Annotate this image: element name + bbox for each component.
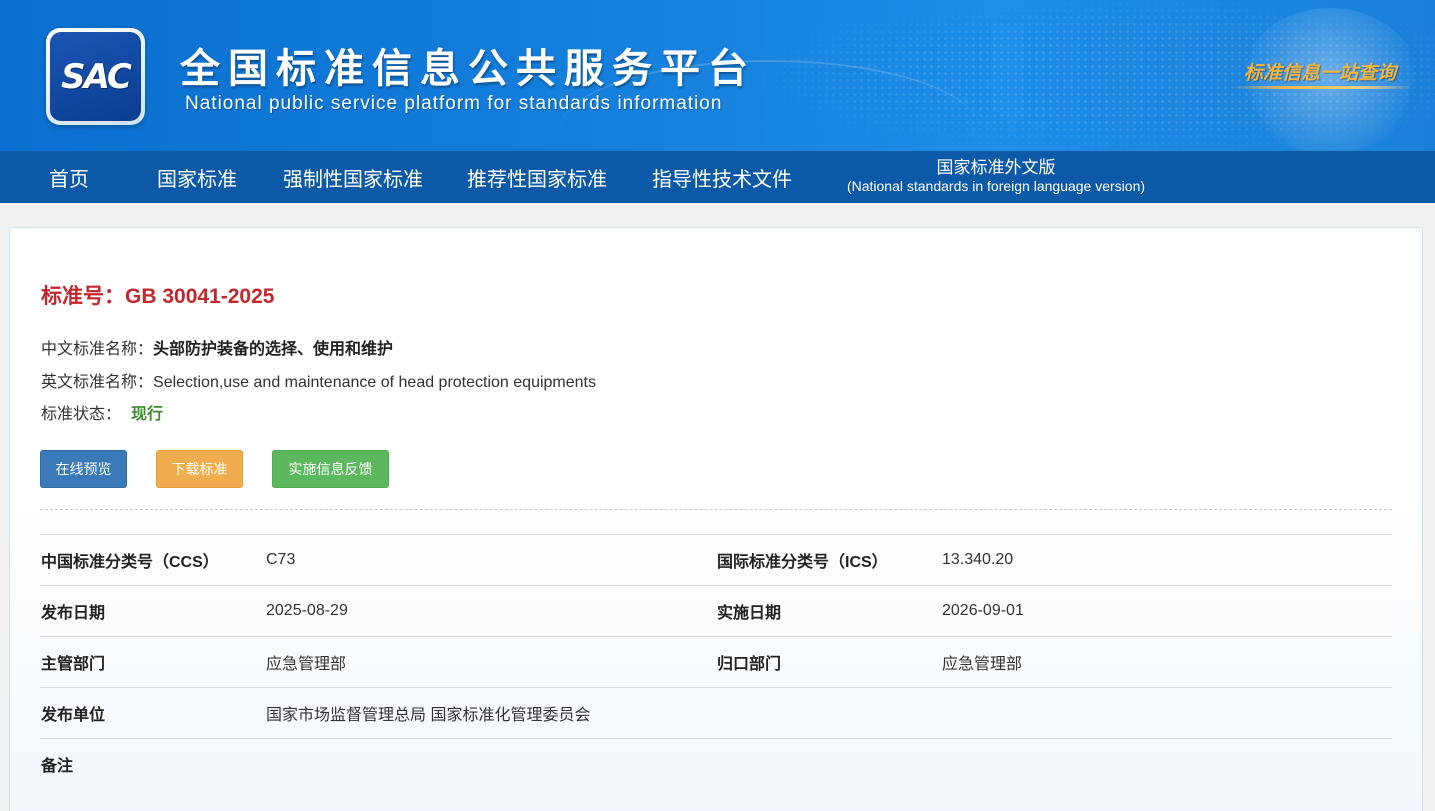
nav-foreign-sublabel: (National standards in foreign language … — [846, 178, 1146, 194]
sac-logo-text: SAC — [61, 56, 132, 97]
sac-logo-inner: SAC — [50, 32, 141, 121]
ics-label: 国际标准分类号（ICS） — [717, 554, 888, 571]
nav-foreign-label: 国家标准外文版 — [936, 158, 1056, 177]
en-name-line: 英文标准名称：Selection,use and maintenance of … — [41, 368, 596, 392]
publish-date-value: 2025-08-29 — [266, 602, 348, 619]
issuer-label: 发布单位 — [41, 707, 106, 724]
status-label: 标准状态： — [41, 406, 122, 423]
site-subtitle: National public service platform for sta… — [185, 93, 723, 114]
standard-number: GB 30041-2025 — [125, 285, 275, 308]
cn-name-line: 中文标准名称：头部防护装备的选择、使用和维护 — [41, 335, 393, 359]
sac-logo[interactable]: SAC — [46, 28, 145, 125]
online-preview-button[interactable]: 在线预览 — [40, 450, 127, 488]
site-title: 全国标准信息公共服务平台 — [180, 47, 756, 91]
table-row: 发布日期 2025-08-29 实施日期 2026-09-01 — [40, 585, 1392, 636]
remark-label: 备注 — [41, 758, 74, 775]
nav-home[interactable]: 首页 — [35, 151, 103, 203]
status-line: 标准状态： 现行 — [41, 400, 163, 424]
slogan-underline — [1232, 86, 1412, 89]
en-name-label: 英文标准名称： — [41, 374, 154, 391]
slogan: 标准信息一站查询 — [1244, 62, 1397, 84]
centralized-dept-label: 归口部门 — [717, 656, 782, 673]
table-row: 中国标准分类号（CCS） C73 国际标准分类号（ICS） 13.340.20 — [40, 534, 1392, 585]
authority-value: 应急管理部 — [266, 656, 347, 673]
header-banner: SAC 全国标准信息公共服务平台 National public service… — [0, 0, 1435, 151]
table-row: 发布单位 国家市场监督管理总局 国家标准化管理委员会 — [40, 687, 1392, 738]
standard-meta-table: 中国标准分类号（CCS） C73 国际标准分类号（ICS） 13.340.20 … — [40, 534, 1392, 790]
cn-name-value: 头部防护装备的选择、使用和维护 — [153, 341, 394, 358]
standard-number-label: 标准号： — [41, 285, 125, 308]
ics-value: 13.340.20 — [942, 551, 1014, 568]
nav-mandatory-standards[interactable]: 强制性国家标准 — [278, 151, 428, 203]
section-divider — [40, 509, 1392, 510]
nav-national-standards[interactable]: 国家标准 — [150, 151, 244, 203]
effective-date-label: 实施日期 — [717, 605, 782, 622]
authority-label: 主管部门 — [41, 656, 106, 673]
issuer-value: 国家市场监督管理总局 国家标准化管理委员会 — [266, 707, 591, 724]
nav-foreign-language[interactable]: 国家标准外文版 (National standards in foreign l… — [830, 151, 1162, 203]
ccs-value: C73 — [266, 551, 296, 568]
nav-recommended-standards[interactable]: 推荐性国家标准 — [462, 151, 612, 203]
centralized-dept-value: 应急管理部 — [942, 656, 1023, 673]
ccs-label: 中国标准分类号（CCS） — [41, 554, 219, 571]
standard-number-heading: 标准号：GB 30041-2025 — [41, 280, 274, 310]
table-row: 主管部门 应急管理部 归口部门 应急管理部 — [40, 636, 1392, 687]
standard-detail-panel: 标准号：GB 30041-2025 中文标准名称：头部防护装备的选择、使用和维护… — [9, 227, 1423, 811]
implementation-feedback-button[interactable]: 实施信息反馈 — [272, 450, 389, 488]
en-name-value: Selection,use and maintenance of head pr… — [153, 374, 596, 391]
nav-guidance-documents[interactable]: 指导性技术文件 — [646, 151, 798, 203]
download-standard-button[interactable]: 下载标准 — [156, 450, 243, 488]
publish-date-label: 发布日期 — [41, 605, 106, 622]
cn-name-label: 中文标准名称： — [41, 341, 154, 358]
status-badge: 现行 — [131, 406, 164, 423]
table-row: 备注 — [40, 738, 1392, 790]
main-nav: 首页 国家标准 强制性国家标准 推荐性国家标准 指导性技术文件 国家标准外文版 … — [0, 151, 1435, 203]
effective-date-value: 2026-09-01 — [942, 602, 1024, 619]
